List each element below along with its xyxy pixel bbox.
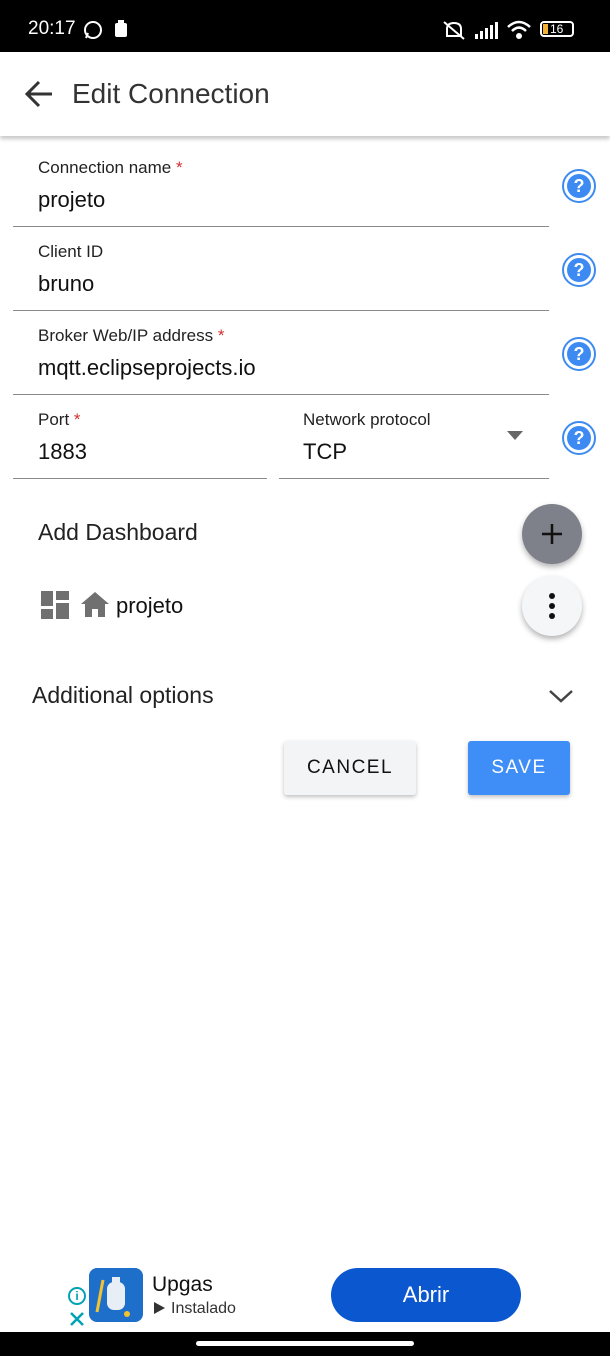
ad-close-icon[interactable]: [69, 1311, 85, 1327]
notification-icon: [115, 20, 127, 37]
more-options-button[interactable]: [522, 576, 582, 636]
help-icon[interactable]: ?: [562, 169, 596, 203]
add-dashboard-button[interactable]: [522, 504, 582, 564]
protocol-select[interactable]: TCP: [303, 439, 347, 465]
battery-icon: 16: [540, 21, 574, 37]
ad-app-name: Upgas: [152, 1273, 213, 1296]
help-icon[interactable]: ?: [562, 253, 596, 287]
wifi-icon: [507, 20, 531, 39]
home-icon: [81, 592, 109, 617]
broker-input[interactable]: mqtt.eclipseprojects.io: [38, 355, 256, 381]
save-button[interactable]: SAVE: [468, 741, 570, 795]
home-gesture-bar[interactable]: [196, 1341, 414, 1346]
broker-underline: [13, 394, 549, 395]
required-mark: *: [217, 326, 225, 345]
play-store-icon: [154, 1302, 165, 1314]
client-id-underline: [13, 310, 549, 311]
client-id-input[interactable]: bruno: [38, 271, 94, 297]
page-title: Edit Connection: [72, 78, 270, 109]
whatsapp-icon: [84, 21, 102, 39]
dashboard-icon: [41, 591, 69, 619]
required-mark: *: [176, 158, 183, 177]
connection-name-input[interactable]: projeto: [38, 187, 105, 213]
dashboard-item-name[interactable]: projeto: [116, 593, 183, 619]
dropdown-arrow-icon[interactable]: [507, 431, 523, 441]
connection-name-underline: [13, 226, 549, 227]
chevron-down-icon[interactable]: [548, 688, 574, 704]
broker-label: Broker Web/IP address *: [38, 326, 225, 345]
ad-info-icon[interactable]: i: [68, 1287, 86, 1305]
protocol-underline: [279, 478, 549, 479]
protocol-label: Network protocol: [303, 410, 431, 429]
port-input[interactable]: 1883: [38, 439, 87, 465]
client-id-label: Client ID: [38, 242, 104, 261]
required-mark: *: [73, 410, 81, 429]
cancel-button[interactable]: CANCEL: [284, 741, 416, 795]
port-underline: [13, 478, 267, 479]
port-label: Port *: [38, 410, 81, 429]
gas-cylinder-icon: [95, 1277, 130, 1317]
help-icon[interactable]: ?: [562, 421, 596, 455]
status-time: 20:17: [28, 18, 76, 39]
mute-icon: [443, 21, 465, 40]
app-icon[interactable]: [89, 1268, 143, 1322]
add-dashboard-label: Add Dashboard: [38, 519, 198, 545]
battery-level: 16: [550, 22, 564, 36]
help-icon[interactable]: ?: [562, 337, 596, 371]
connection-name-label: Connection name *: [38, 158, 183, 177]
ad-open-button[interactable]: Abrir: [331, 1268, 521, 1322]
additional-options-label[interactable]: Additional options: [32, 682, 214, 709]
ad-app-status: Instalado: [171, 1300, 236, 1317]
plus-icon: [542, 524, 562, 544]
back-arrow-icon[interactable]: [22, 77, 56, 111]
signal-icon: [475, 22, 498, 39]
more-vert-icon: [549, 593, 555, 619]
